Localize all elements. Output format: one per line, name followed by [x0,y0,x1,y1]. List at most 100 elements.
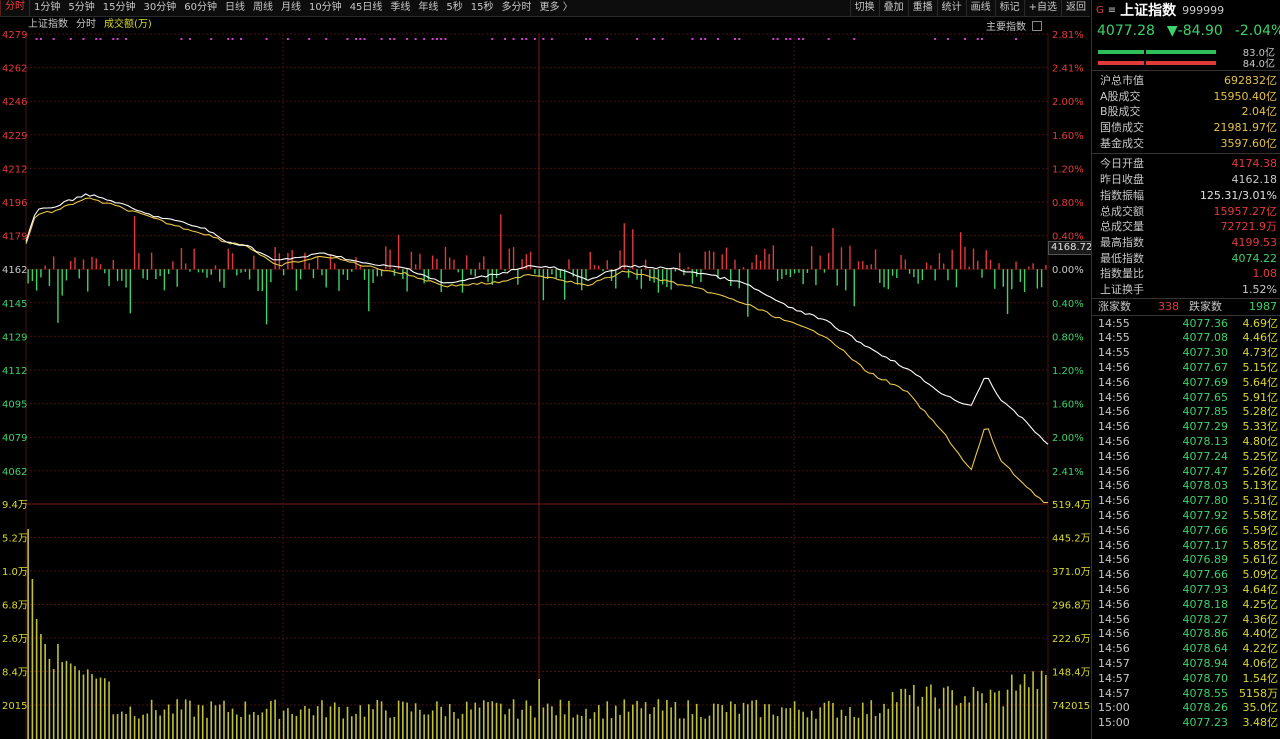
signal-marker [589,38,592,40]
tick-t: 14:56 [1098,538,1130,552]
current-price-box: 4168.72 [1048,241,1096,255]
tick-row[interactable]: 14:56 4076.89 5.61亿 [1092,553,1280,568]
signal-marker [355,38,358,40]
tick-t: 14:56 [1098,435,1130,448]
menu-icon[interactable]: ≡ [1108,5,1116,16]
stat-label: A股成交 [1100,89,1141,103]
tick-p: 4078.64 [1182,642,1229,656]
tick-row[interactable]: 14:56 4077.47 5.26亿 [1092,465,1280,480]
stat-label: 昨日收盘 [1100,173,1144,187]
period-tab-14[interactable]: 15秒 [467,0,498,16]
tick-row[interactable]: 15:00 4078.26 35.0亿 [1092,701,1280,716]
stat-value: 4162.18 [1231,173,1278,187]
toolbar-button-7[interactable]: 返回 [1061,0,1090,16]
stat-value: 15957.27亿 [1213,204,1278,218]
main-index-toggle[interactable]: 主要指数 [986,18,1042,33]
tick-row[interactable]: 14:56 4077.80 5.31亿 [1092,494,1280,509]
price-quote: 4077.28 ▼-84.90 -2.04% [1092,20,1280,42]
tick-row[interactable]: 14:56 4077.29 5.33亿 [1092,420,1280,435]
signal-marker [231,38,234,40]
tick-row[interactable]: 14:56 4077.17 5.85亿 [1092,539,1280,554]
volume-tick-label: 742015 [1052,701,1090,712]
period-tab-9[interactable]: 10分钟 [305,0,346,16]
tick-row[interactable]: 14:56 4078.18 4.25亿 [1092,598,1280,613]
toolbar-button-6[interactable]: +自选 [1023,0,1061,16]
tick-row[interactable]: 14:55 4077.30 4.73亿 [1092,346,1280,361]
toolbar-button-3[interactable]: 统计 [936,0,966,16]
tick-v: 4.64亿 [1242,582,1279,596]
signal-marker [227,38,230,40]
price-tick-label: 4129 [2,332,27,343]
tick-list[interactable]: 14:55 4077.36 4.69亿 14:55 4077.08 4.46亿 14:55 4… [1092,316,1280,731]
tick-row[interactable]: 14:56 4078.64 4.22亿 [1092,642,1280,657]
signal-marker [550,38,553,40]
tick-row[interactable]: 14:56 4077.69 5.64亿 [1092,376,1280,391]
tick-row[interactable]: 14:56 4078.13 4.80亿 [1092,435,1280,450]
signal-marker [39,38,42,40]
tick-row[interactable]: 14:56 4077.66 5.59亿 [1092,524,1280,539]
stat-label: 指数振幅 [1100,188,1144,202]
tick-row[interactable]: 14:56 4077.85 5.28亿 [1092,405,1280,420]
tick-row[interactable]: 14:56 4078.03 5.13亿 [1092,479,1280,494]
toolbar-button-5[interactable]: 标记 [994,0,1024,16]
period-tab-12[interactable]: 年线 [414,0,442,16]
price-tick-label: 4079 [2,433,27,444]
tick-row[interactable]: 14:56 4078.86 4.40亿 [1092,627,1280,642]
advance-decline: 涨家数 338 跌家数 1987 [1092,297,1280,316]
signal-marker [52,38,55,40]
tick-v: 5.28亿 [1242,405,1279,419]
tick-row[interactable]: 15:00 4077.23 3.48亿 [1092,716,1280,731]
tick-row[interactable]: 14:56 4077.66 5.09亿 [1092,568,1280,583]
stat-row: 指数振幅 125.31/3.01% [1092,188,1280,204]
period-tab-6[interactable]: 日线 [221,0,249,16]
pct-tick-label: 0.80% [1052,332,1084,343]
down-label: 跌家数 [1189,299,1222,313]
chart-canvas[interactable]: 4279 4262 4246 4229 4212 4196 4179 4162 4145 4129… [0,16,1090,739]
intraday-chart[interactable]: 4279 4262 4246 4229 4212 4196 4179 4162 4145 4129… [0,16,1090,739]
signal-marker [716,38,719,40]
pct-tick-label: 1.60% [1052,131,1084,142]
tick-t: 14:56 [1098,420,1130,434]
period-tab-16[interactable]: 更多 〉 [536,0,577,16]
tick-row[interactable]: 14:56 4077.65 5.91亿 [1092,391,1280,406]
tick-row[interactable]: 14:55 4077.36 4.69亿 [1092,317,1280,332]
tick-row[interactable]: 14:57 4078.94 4.06亿 [1092,657,1280,672]
tick-row[interactable]: 14:57 4078.55 5158万 [1092,687,1280,702]
period-tab-11[interactable]: 季线 [386,0,414,16]
tick-row[interactable]: 14:55 4077.08 4.46亿 [1092,331,1280,346]
tick-row[interactable]: 14:57 4078.70 1.54亿 [1092,672,1280,687]
period-tab-4[interactable]: 30分钟 [139,0,180,16]
period-tab-0[interactable]: 分时 [0,0,30,16]
index-change-pct: -2.04% [1234,23,1280,39]
tick-row[interactable]: 14:56 4078.27 4.36亿 [1092,613,1280,628]
period-tab-10[interactable]: 45日线 [346,0,387,16]
period-tab-1[interactable]: 1分钟 [30,0,64,16]
tick-p: 4077.17 [1182,538,1229,552]
tick-row[interactable]: 14:56 4077.67 5.15亿 [1092,361,1280,376]
tick-p: 4078.27 [1182,612,1229,626]
volume-tick-label: 148.4万 [1052,668,1090,679]
tick-row[interactable]: 14:56 4077.92 5.58亿 [1092,509,1280,524]
period-tab-8[interactable]: 月线 [277,0,305,16]
market-stats: 沪总市值 692832亿 A股成交 15950.40亿 B股成交 2.04亿 国债成交 219… [1092,73,1280,151]
checkbox-icon[interactable] [1032,20,1042,31]
tick-row[interactable]: 14:56 4077.93 4.64亿 [1092,583,1280,598]
period-tab-2[interactable]: 5分钟 [64,0,98,16]
tick-v: 5.25亿 [1242,449,1279,463]
period-tab-13[interactable]: 5秒 [442,0,466,16]
toolbar-button-1[interactable]: 叠加 [878,0,908,16]
stat-label: 指数量比 [1100,267,1144,281]
stat-label: 总成交额 [1100,204,1144,218]
period-tab-5[interactable]: 60分钟 [180,0,221,16]
toolbar-button-4[interactable]: 画线 [965,0,995,16]
toolbar-button-0[interactable]: 切换 [849,0,879,16]
toolbar-button-2[interactable]: 重播 [907,0,937,16]
period-tab-3[interactable]: 15分钟 [99,0,140,16]
index-change: ▼-84.90 [1166,23,1223,39]
period-tab-15[interactable]: 多分时 [498,0,536,16]
g-badge[interactable]: G [1096,5,1104,16]
signal-marker [125,38,128,40]
stat-row: 总成交量 72721.9万 [1092,219,1280,235]
tick-row[interactable]: 14:56 4077.24 5.25亿 [1092,450,1280,465]
period-tab-7[interactable]: 周线 [249,0,277,16]
